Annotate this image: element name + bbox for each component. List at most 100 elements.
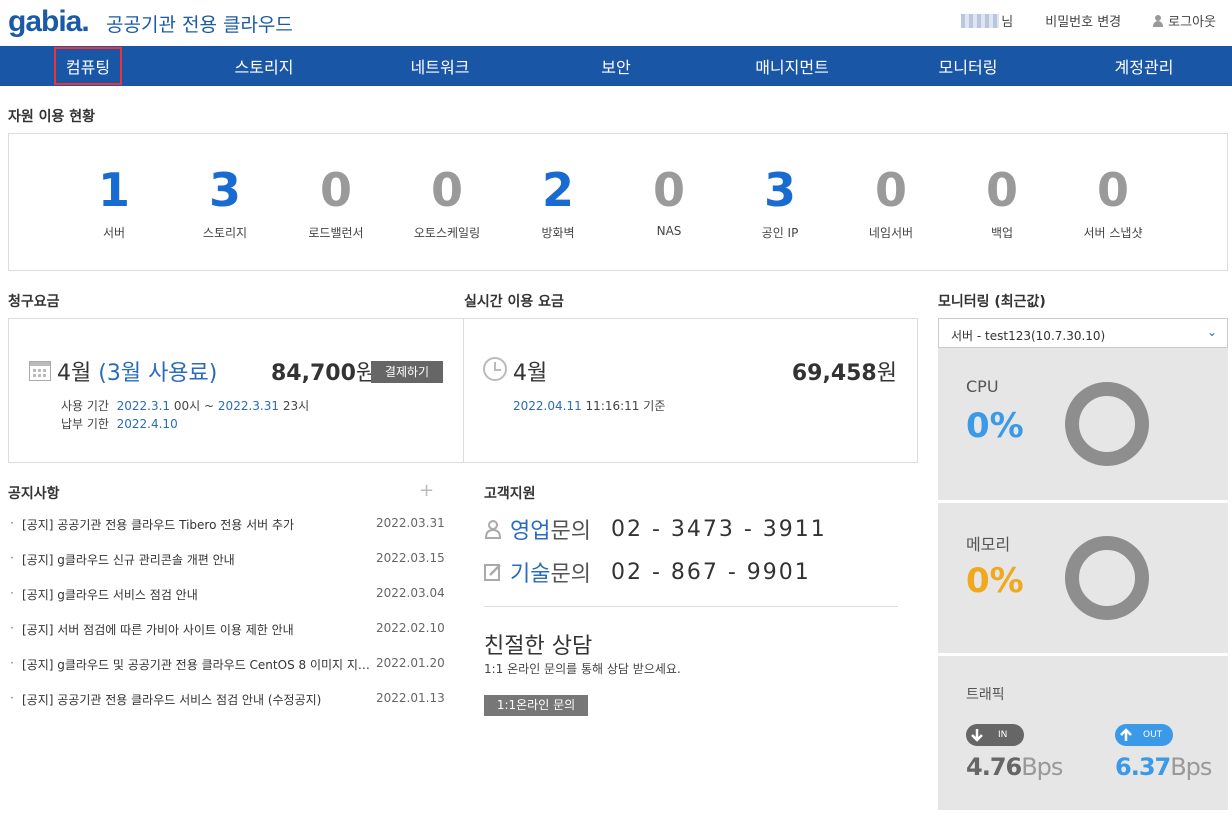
memory-label: 메모리 bbox=[966, 535, 1011, 554]
nav-item-account[interactable]: 계정관리 bbox=[1056, 46, 1232, 86]
consult-title: 친절한 상담 bbox=[484, 634, 593, 659]
resource-label: 서버 bbox=[102, 226, 126, 240]
tech-phone: 02 - 867 - 9901 bbox=[610, 559, 811, 585]
clock-icon bbox=[483, 357, 507, 381]
resource-label: 오토스케일링 bbox=[413, 226, 481, 240]
notice-item[interactable]: · [공지] g클라우드 신규 관리콘솔 개편 안내 2022.03.15 bbox=[10, 551, 445, 586]
resource-label: 스토리지 bbox=[202, 226, 248, 240]
bullet: · bbox=[10, 586, 14, 600]
billing-usage-month: (3월 사용료) bbox=[98, 361, 218, 386]
resource-autoscaling[interactable]: 0 오토스케일링 bbox=[392, 162, 502, 241]
monitoring-title: 모니터링 (최근값) bbox=[938, 294, 1046, 310]
gabia-logo[interactable]: gabia. bbox=[8, 5, 90, 39]
out-label: OUT bbox=[1143, 730, 1163, 740]
notice-item[interactable]: · [공지] g클라우드 및 공공기관 전용 클라우드 CentOS 8 이미지 … bbox=[10, 656, 445, 691]
realtime-time: 11:16:11 bbox=[585, 399, 640, 413]
resources-title: 자원 이용 현황 bbox=[8, 109, 96, 125]
bullet: · bbox=[10, 621, 14, 635]
consult-subtitle: 1:1 온라인 문의를 통해 상담 받으세요. bbox=[484, 662, 681, 676]
billing-month: 4월 (3월 사용료) bbox=[57, 355, 217, 387]
notice-title: [공지] 서버 점검에 따른 가비아 사이트 이용 제한 안내 bbox=[22, 623, 294, 637]
memory-card: 메모리 0% bbox=[938, 503, 1228, 653]
traffic-label: 트래픽 bbox=[966, 687, 1005, 703]
resource-count: 0 bbox=[430, 163, 463, 217]
server-select[interactable]: 서버 - test123(10.7.30.10) ⌄ bbox=[938, 318, 1228, 348]
calendar-icon bbox=[29, 361, 51, 381]
resource-nameserver[interactable]: 0 네임서버 bbox=[836, 162, 946, 241]
resource-count: 0 bbox=[319, 163, 352, 217]
resource-count: 2 bbox=[541, 163, 574, 217]
nav-item-network[interactable]: 네트워크 bbox=[352, 46, 528, 86]
notice-item[interactable]: · [공지] 공공기관 전용 클라우드 서비스 점검 안내 (수정공지) 2022.… bbox=[10, 691, 445, 726]
cpu-donut-chart bbox=[1065, 382, 1149, 466]
online-inquiry-button[interactable]: 1:1온라인 문의 bbox=[484, 695, 588, 716]
nav-label: 모니터링 bbox=[938, 58, 998, 77]
notice-date: 2022.03.04 bbox=[376, 586, 445, 600]
resource-label: 서버 스냅샷 bbox=[1083, 226, 1143, 240]
divider bbox=[484, 606, 898, 607]
pay-button[interactable]: 결제하기 bbox=[371, 361, 443, 383]
resource-count: 0 bbox=[652, 163, 685, 217]
notice-title: [공지] g클라우드 및 공공기관 전용 클라우드 CentOS 8 이미지 지… bbox=[22, 658, 376, 672]
bullet: · bbox=[10, 691, 14, 705]
arrow-up-icon bbox=[1120, 728, 1132, 741]
notice-title: [공지] 공공기관 전용 클라우드 서비스 점검 안내 (수정공지) bbox=[22, 693, 322, 707]
unit: Bps bbox=[1170, 753, 1212, 781]
billing-due: 납부 기한 2022.4.10 bbox=[61, 415, 178, 432]
cpu-card: CPU 0% bbox=[938, 348, 1228, 500]
resource-snapshot[interactable]: 0 서버 스냅샷 bbox=[1058, 162, 1168, 241]
in-value: 4.76 bbox=[966, 753, 1022, 781]
memory-value: 0% bbox=[966, 561, 1024, 601]
resource-server[interactable]: 1 서버 bbox=[59, 162, 169, 241]
resource-count: 0 bbox=[874, 163, 907, 217]
nav-item-security[interactable]: 보안 bbox=[528, 46, 704, 86]
period-label: 사용 기간 bbox=[61, 399, 109, 413]
resource-firewall[interactable]: 2 방화벽 bbox=[503, 162, 613, 241]
resource-loadbalancer[interactable]: 0 로드밸런서 bbox=[281, 162, 391, 241]
out-badge: OUT bbox=[1115, 724, 1173, 746]
logout-link[interactable]: 로그아웃 bbox=[1153, 11, 1216, 30]
bullet: · bbox=[10, 516, 14, 530]
memory-donut-chart bbox=[1065, 536, 1149, 620]
period-end-hour: 23시 bbox=[282, 399, 310, 413]
nav-label: 계정관리 bbox=[1114, 58, 1174, 77]
main-nav: 컴퓨팅 스토리지 네트워크 보안 매니지먼트 모니터링 계정관리 bbox=[0, 46, 1232, 86]
period-end: 2022.3.31 bbox=[217, 399, 279, 413]
nav-item-management[interactable]: 매니지먼트 bbox=[704, 46, 880, 86]
edit-icon bbox=[484, 562, 502, 582]
resource-count: 1 bbox=[97, 163, 130, 217]
resource-storage[interactable]: 3 스토리지 bbox=[170, 162, 280, 241]
nav-item-computing[interactable]: 컴퓨팅 bbox=[0, 46, 176, 86]
nav-item-storage[interactable]: 스토리지 bbox=[176, 46, 352, 86]
bullet: · bbox=[10, 551, 14, 565]
out-value: 6.37 bbox=[1115, 753, 1171, 781]
nav-label: 네트워크 bbox=[410, 58, 470, 77]
header: gabia. 공공기관 전용 클라우드 님 비밀번호 변경 로그아웃 bbox=[0, 0, 1232, 46]
nav-item-monitoring[interactable]: 모니터링 bbox=[880, 46, 1056, 86]
resource-label: 방화벽 bbox=[541, 226, 575, 240]
change-password-link[interactable]: 비밀번호 변경 bbox=[1045, 11, 1121, 30]
resource-label: 공인 IP bbox=[761, 226, 799, 240]
in-label: IN bbox=[998, 730, 1008, 740]
resource-label: 네임서버 bbox=[868, 226, 914, 240]
period-start-hour: 00시 bbox=[173, 399, 201, 413]
notice-date: 2022.01.20 bbox=[376, 656, 445, 670]
due-label: 납부 기한 bbox=[61, 417, 109, 431]
sales-label-b: 문의 bbox=[550, 519, 591, 544]
resource-backup[interactable]: 0 백업 bbox=[947, 162, 1057, 241]
notice-item[interactable]: · [공지] 공공기관 전용 클라우드 Tibero 전용 서버 추가 2022.0… bbox=[10, 516, 445, 551]
sales-phone: 02 - 3473 - 3911 bbox=[610, 516, 827, 542]
sales-label-a: 영업 bbox=[510, 519, 551, 544]
notices-more-button[interactable]: + bbox=[419, 480, 434, 501]
resource-nas[interactable]: 0 NAS bbox=[614, 162, 724, 238]
realtime-title: 실시간 이용 요금 bbox=[464, 294, 564, 310]
notice-item[interactable]: · [공지] g클라우드 서비스 점검 안내 2022.03.04 bbox=[10, 586, 445, 621]
nav-label: 매니지먼트 bbox=[755, 58, 829, 77]
notices-title: 공지사항 bbox=[8, 486, 60, 502]
notice-item[interactable]: · [공지] 서버 점검에 따른 가비아 사이트 이용 제한 안내 2022.02.… bbox=[10, 621, 445, 656]
billing-title: 청구요금 bbox=[8, 294, 60, 310]
resource-label: 로드밸런서 bbox=[308, 226, 364, 240]
support-title: 고객지원 bbox=[484, 486, 536, 502]
resource-public-ip[interactable]: 3 공인 IP bbox=[725, 162, 835, 241]
person-icon bbox=[1153, 14, 1164, 27]
